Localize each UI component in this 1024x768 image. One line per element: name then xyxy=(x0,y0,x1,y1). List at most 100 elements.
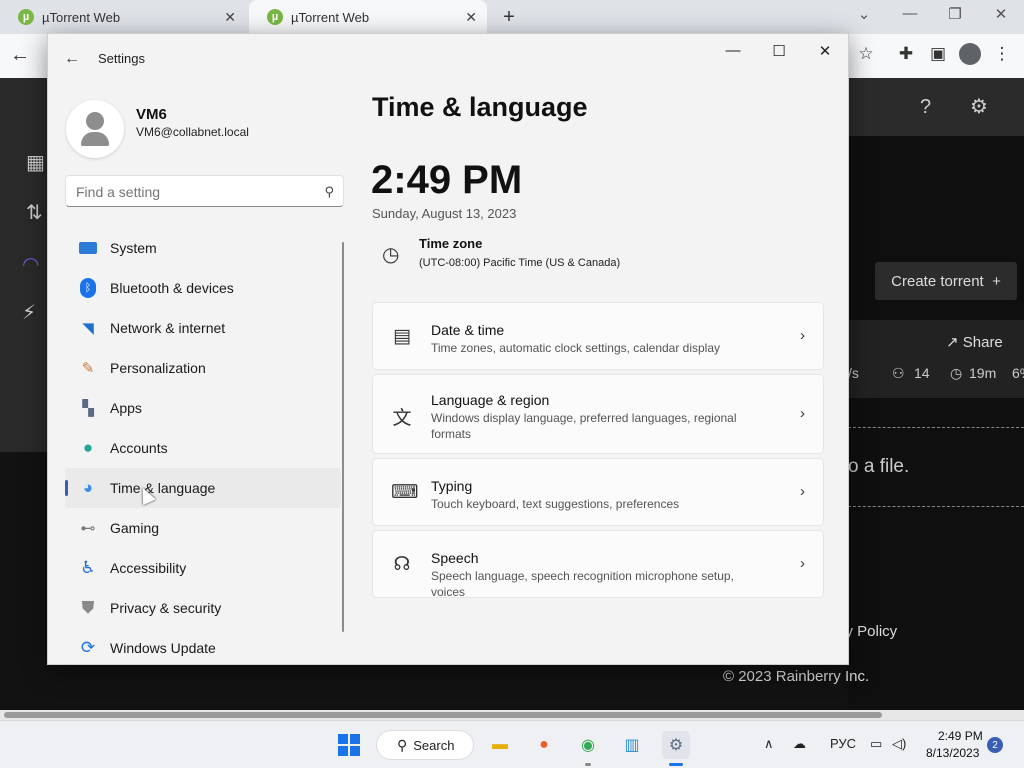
nav-label: Network & internet xyxy=(110,320,226,336)
nav-item-gaming[interactable]: ⊷ Gaming xyxy=(65,508,341,548)
drop-zone-border xyxy=(848,427,1024,428)
back-arrow-icon[interactable]: ← xyxy=(64,50,80,68)
card-title: Speech xyxy=(431,550,479,566)
taskbar-search-label: Search xyxy=(413,737,455,753)
copyright-text: © 2023 Rainberry Inc. xyxy=(723,668,870,685)
speed-icon[interactable]: ◠ xyxy=(22,252,39,277)
windows-logo-icon xyxy=(338,734,348,744)
avatar-body xyxy=(81,132,109,146)
profile-avatar[interactable] xyxy=(959,43,981,65)
card-date-time[interactable]: ▤ Date & time Time zones, automatic cloc… xyxy=(372,302,824,370)
share-button[interactable]: ↗ Share xyxy=(946,333,1003,351)
nav-item-system[interactable]: System xyxy=(65,228,341,268)
nav-label: Time & language xyxy=(110,480,216,496)
browser-restore-icon[interactable]: ❐ xyxy=(943,5,967,23)
transfer-icon[interactable]: ⇅ xyxy=(26,200,43,225)
bolt-icon[interactable]: ⚡ xyxy=(22,300,36,325)
taskbar-date[interactable]: 8/13/2023 xyxy=(926,746,979,760)
maximize-icon[interactable]: ☐ xyxy=(767,42,791,60)
browser-tab-active[interactable]: µ µTorrent Web ✕ xyxy=(249,0,487,34)
browser-close-icon[interactable]: ✕ xyxy=(989,5,1013,23)
utorrent-sidebar: ▦ ⇅ ◠ ⚡ xyxy=(0,78,48,452)
browser-tab[interactable]: µ µTorrent Web ✕ xyxy=(0,0,246,34)
notification-badge[interactable]: 2 xyxy=(987,737,1003,753)
nav-item-time-language[interactable]: ◕ Time & language xyxy=(65,468,341,508)
gamepad-icon: ⊷ xyxy=(80,520,96,537)
timezone-value: (UTC-08:00) Pacific Time (US & Canada) xyxy=(419,257,621,269)
chevron-right-icon: › xyxy=(800,555,805,572)
minimize-icon[interactable]: — xyxy=(721,42,745,59)
nav-item-apps[interactable]: ▚ Apps xyxy=(65,388,341,428)
share-label: Share xyxy=(962,334,1003,351)
update-icon: ⟳ xyxy=(80,638,96,657)
close-icon[interactable]: ✕ xyxy=(813,42,837,60)
settings-nav: System ᛒ Bluetooth & devices ◥ Network &… xyxy=(65,228,341,664)
tab-close-icon[interactable]: ✕ xyxy=(224,9,236,26)
windows-logo-tile xyxy=(338,746,348,756)
card-description: Time zones, automatic clock settings, ca… xyxy=(431,341,721,355)
settings-gear-icon[interactable]: ⚙ xyxy=(970,94,988,119)
scrollbar-thumb[interactable] xyxy=(4,712,882,718)
current-date: Sunday, August 13, 2023 xyxy=(372,206,517,221)
search-icon[interactable]: ⚲ xyxy=(324,184,334,200)
chevron-right-icon: › xyxy=(800,483,805,500)
grid-icon[interactable]: ▦ xyxy=(26,150,45,175)
timezone-label: Time zone xyxy=(419,236,483,251)
nav-scrollbar[interactable] xyxy=(342,242,344,632)
timezone-globe-icon: ◷ xyxy=(382,244,400,266)
nav-item-personalization[interactable]: ✎ Personalization xyxy=(65,348,341,388)
browser-tab-bar: µ µTorrent Web ✕ µ µTorrent Web ✕ + ⌄ — … xyxy=(0,0,1024,34)
taskbar-search[interactable]: ⚲ Search xyxy=(376,730,474,760)
file-explorer-icon[interactable]: ▬ xyxy=(486,731,514,759)
user-avatar[interactable] xyxy=(66,100,124,158)
nav-item-accounts[interactable]: ● Accounts xyxy=(65,428,341,468)
chevron-right-icon: › xyxy=(800,327,805,344)
bluetooth-icon: ᛒ xyxy=(77,277,99,299)
horizontal-scrollbar[interactable] xyxy=(0,710,1024,720)
tab-close-icon[interactable]: ✕ xyxy=(465,9,477,26)
card-language-region[interactable]: 文 Language & region Windows display lang… xyxy=(372,374,824,454)
search-input[interactable] xyxy=(76,184,296,200)
sidepanel-icon[interactable]: ▣ xyxy=(926,44,950,64)
nav-item-accessibility[interactable]: ♿ Accessibility xyxy=(65,548,341,588)
network-app-icon[interactable]: ▥ xyxy=(618,731,646,759)
find-setting-search[interactable]: ⚲ xyxy=(65,175,344,207)
card-typing[interactable]: ⌨ Typing Touch keyboard, text suggestion… xyxy=(372,458,824,526)
user-email: VM6@collabnet.local xyxy=(136,125,249,139)
start-button[interactable] xyxy=(338,734,360,756)
chevron-up-icon[interactable]: ∧ xyxy=(764,736,774,752)
person-icon: ● xyxy=(82,438,94,457)
active-indicator xyxy=(669,763,683,766)
help-icon[interactable]: ? xyxy=(920,96,931,119)
nav-item-windows-update[interactable]: ⟳ Windows Update xyxy=(65,628,341,664)
browser-menu-icon[interactable]: ⋮ xyxy=(990,44,1014,64)
create-torrent-button[interactable]: Create torrent + xyxy=(875,262,1017,300)
wifi-icon: ◥ xyxy=(82,320,94,337)
tab-search-chevron-icon[interactable]: ⌄ xyxy=(852,5,876,23)
browser-back-icon[interactable]: ← xyxy=(10,44,30,67)
network-icon[interactable]: ▭ xyxy=(870,736,882,752)
new-tab-icon[interactable]: + xyxy=(498,6,520,29)
volume-icon[interactable]: ◁) xyxy=(892,736,906,752)
torrent-row[interactable] xyxy=(848,320,1024,398)
card-speech[interactable]: ☊ Speech Speech language, speech recogni… xyxy=(372,530,824,599)
bookmark-star-icon[interactable]: ☆ xyxy=(854,44,878,64)
chevron-right-icon: › xyxy=(800,405,805,422)
nav-label: System xyxy=(110,240,157,256)
create-torrent-label: Create torrent xyxy=(891,272,984,290)
eta-value: 19m xyxy=(969,365,997,381)
taskbar-time[interactable]: 2:49 PM xyxy=(938,729,983,743)
chrome-icon[interactable]: ◉ xyxy=(574,731,602,759)
peers-icon: ⚇ xyxy=(892,365,905,381)
card-description: Touch keyboard, text suggestions, prefer… xyxy=(431,497,680,511)
extensions-icon[interactable]: ✚ xyxy=(894,44,918,64)
nav-item-privacy[interactable]: ⛊ Privacy & security xyxy=(65,588,341,628)
nav-item-bluetooth[interactable]: ᛒ Bluetooth & devices xyxy=(65,268,341,308)
tab-title: µTorrent Web xyxy=(42,9,121,25)
firefox-icon[interactable]: ● xyxy=(530,731,558,759)
cloud-off-icon[interactable]: ☁ xyxy=(793,736,806,752)
settings-app-icon[interactable]: ⚙ xyxy=(662,731,690,759)
language-indicator[interactable]: РУС xyxy=(830,736,856,751)
nav-item-network[interactable]: ◥ Network & internet xyxy=(65,308,341,348)
browser-minimize-icon[interactable]: — xyxy=(898,5,922,22)
